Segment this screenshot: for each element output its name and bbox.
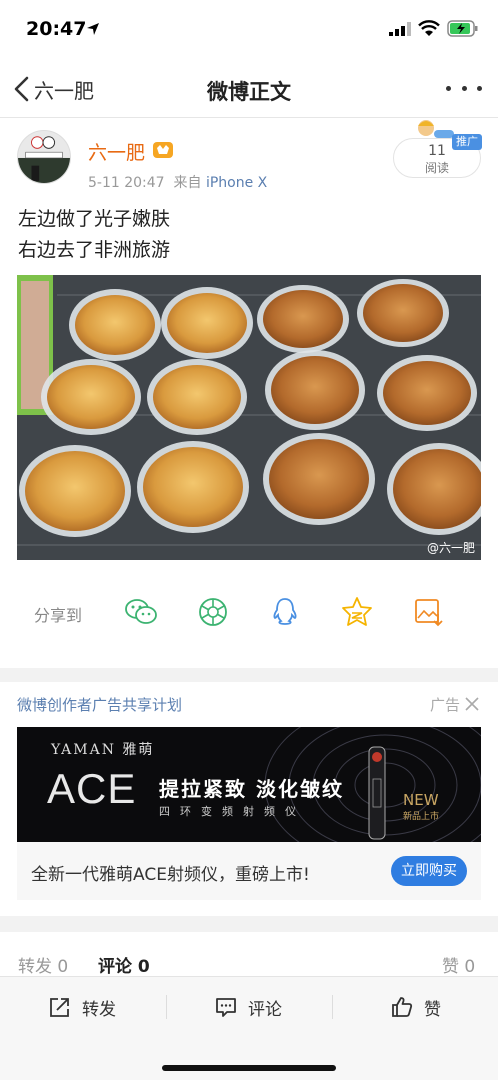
more-dot-icon	[477, 85, 482, 91]
ad-new-label: NEW	[403, 791, 439, 809]
more-dot-icon	[461, 85, 467, 91]
nav-bar: 六一肥 微博正文	[0, 60, 498, 118]
comment-icon	[216, 998, 236, 1017]
ad-product: ACE	[47, 765, 137, 812]
tab-reposts[interactable]: 转发 0	[18, 952, 68, 977]
post-image[interactable]: @六一肥	[17, 275, 481, 560]
post-text-line: 右边去了非洲旅游	[18, 239, 171, 261]
share-label: 分享到	[34, 606, 83, 625]
comment-label: 评论	[248, 999, 282, 1020]
post-text-line: 左边做了光子嫩肤	[18, 208, 171, 230]
tab-likes[interactable]: 赞 0	[442, 952, 475, 977]
ad-new-sub: 新品上市	[403, 812, 440, 822]
moments-icon[interactable]	[196, 596, 230, 628]
close-icon[interactable]	[464, 696, 480, 712]
post-card: 六一肥 5-11 20:47 来自 iPhone X 11 阅读 推广 左边做了…	[0, 118, 498, 668]
page-title: 微博正文	[207, 80, 291, 104]
signal-icon	[389, 22, 411, 36]
divider	[332, 995, 333, 1019]
like-label: 赞	[424, 999, 441, 1020]
divider	[166, 995, 167, 1019]
action-bar: 转发 评论 赞	[0, 976, 498, 1080]
repost-button[interactable]: 转发	[48, 993, 116, 1021]
image-watermark: @六一肥	[426, 541, 475, 555]
battery-icon	[447, 20, 478, 37]
ad-brand: YAMAN 雅萌	[51, 742, 155, 758]
location-arrow-icon	[87, 23, 99, 35]
avatar-image	[18, 131, 70, 183]
read-label: 阅读	[424, 161, 449, 175]
thumbs-up-icon	[392, 997, 413, 1017]
status-bar: 20:47	[0, 0, 498, 60]
ad-description: 全新一代雅萌ACE射频仪，重磅上市!	[31, 865, 310, 885]
comment-button[interactable]: 评论	[214, 993, 282, 1021]
post-source[interactable]: iPhone X	[206, 175, 267, 191]
qq-icon[interactable]	[268, 596, 302, 628]
tab-comments[interactable]: 评论 0	[98, 952, 150, 977]
share-row: 分享到	[0, 586, 498, 636]
qzone-icon[interactable]	[340, 596, 374, 628]
home-indicator[interactable]	[162, 1065, 336, 1071]
repost-icon	[50, 998, 69, 1017]
author-name[interactable]: 六一肥	[88, 138, 145, 165]
wifi-icon	[418, 20, 440, 36]
ad-card: 微博创作者广告共享计划 广告 YAMAN 雅萌 ACE 提拉紧致 淡化皱纹 四环…	[0, 682, 498, 916]
save-image-icon[interactable]	[412, 596, 446, 628]
wechat-icon[interactable]	[124, 596, 158, 628]
ad-label: 广告	[429, 696, 460, 714]
ad-banner[interactable]: YAMAN 雅萌 ACE 提拉紧致 淡化皱纹 四环变频射频仪 NEW 新品上市	[17, 727, 481, 842]
more-dot-icon	[446, 85, 451, 91]
like-button[interactable]: 赞	[390, 993, 441, 1021]
source-prefix: 来自	[173, 175, 202, 191]
ad-footer[interactable]: 全新一代雅萌ACE射频仪，重磅上市! 立即购买	[17, 842, 481, 900]
status-time: 20:47	[26, 18, 87, 40]
ad-program-title[interactable]: 微博创作者广告共享计划	[17, 694, 182, 715]
buy-now-button[interactable]: 立即购买	[391, 856, 467, 886]
repost-label: 转发	[82, 999, 116, 1020]
ad-subheadline: 四环变频射频仪	[159, 805, 306, 818]
avatar[interactable]	[17, 130, 71, 184]
promo-tag[interactable]: 推广	[452, 134, 482, 150]
ad-headline: 提拉紧致 淡化皱纹	[159, 777, 344, 801]
buns-photo	[17, 275, 481, 560]
more-button[interactable]	[446, 80, 482, 96]
post-time: 5-11 20:47	[88, 175, 165, 191]
post-meta: 5-11 20:47 来自 iPhone X	[88, 172, 267, 192]
post-text: 左边做了光子嫩肤 右边去了非洲旅游	[18, 204, 170, 266]
vip-badge-icon	[153, 142, 173, 158]
